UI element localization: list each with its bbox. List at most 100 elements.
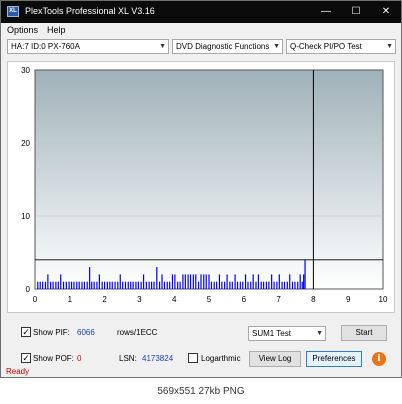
lsn-value: 4173824: [142, 354, 174, 363]
function-select[interactable]: DVD Diagnostic Functions ▼: [172, 39, 283, 54]
pif-bar: [127, 281, 129, 289]
pif-bar: [135, 281, 137, 289]
pif-bar: [289, 274, 291, 289]
pif-bar: [161, 274, 163, 289]
y-tick-label: 10: [21, 212, 30, 221]
pif-bar: [197, 281, 200, 289]
x-tick-label: 9: [346, 295, 351, 304]
y-tick-label: 30: [21, 66, 30, 75]
pif-bar: [52, 281, 54, 289]
pif-bar: [195, 274, 197, 289]
function-select-value: DVD Diagnostic Functions: [176, 42, 270, 51]
menu-help[interactable]: Help: [47, 25, 66, 35]
x-tick-label: 6: [242, 295, 247, 304]
close-icon[interactable]: ✕: [371, 1, 401, 23]
pif-bar: [153, 281, 155, 289]
app-icon: XL: [7, 6, 19, 17]
menu-options[interactable]: Options: [7, 25, 38, 35]
pif-bar: [179, 281, 181, 289]
pif-bar: [86, 281, 88, 289]
pif-bar: [268, 281, 270, 289]
pif-bar: [137, 281, 139, 289]
pif-bar: [224, 281, 226, 289]
info-icon[interactable]: i: [372, 352, 386, 366]
show-pif-label: Show PIF:: [33, 328, 70, 337]
chevron-down-icon: ▼: [316, 330, 323, 337]
pif-bar: [265, 281, 268, 289]
pif-bar: [263, 281, 265, 289]
pif-bar: [174, 274, 176, 289]
pif-bar: [231, 281, 233, 289]
pif-bar: [218, 274, 221, 289]
pif-bar: [142, 274, 145, 289]
pif-bar: [47, 274, 49, 289]
pif-bar: [130, 281, 132, 289]
view-log-button[interactable]: View Log: [249, 351, 301, 367]
menu-bar: Options Help: [1, 23, 401, 37]
pif-bar: [294, 281, 296, 289]
plot-area: [34, 69, 384, 290]
pif-bar: [283, 281, 286, 289]
pif-bar: [156, 267, 158, 289]
show-pof-label: Show POF:: [33, 354, 74, 363]
pif-bar: [78, 281, 80, 289]
pif-bar: [221, 281, 223, 289]
pif-bar: [76, 281, 78, 289]
pif-bar: [229, 281, 231, 289]
pif-bar: [55, 281, 57, 289]
pif-bar: [106, 281, 108, 289]
pif-bar: [184, 274, 186, 289]
pif-bar: [210, 281, 213, 289]
test-select[interactable]: Q-Check PI/PO Test ▼: [286, 39, 396, 54]
pif-bar: [271, 274, 273, 289]
show-pif-checkbox[interactable]: ✓: [21, 327, 31, 337]
pif-bar: [104, 281, 106, 289]
y-tick-label: 0: [26, 285, 31, 294]
pif-bar: [260, 281, 262, 289]
pif-bar: [273, 281, 275, 289]
drive-select-value: HA:7 ID:0 PX-760A: [11, 42, 80, 51]
logarithmic-checkbox[interactable]: [188, 353, 198, 363]
maximize-icon[interactable]: ☐: [341, 1, 371, 23]
drive-select[interactable]: HA:7 ID:0 PX-760A ▼: [7, 39, 169, 54]
pif-bar: [89, 267, 91, 289]
sum-test-select[interactable]: SUM1 Test ▼: [248, 326, 326, 341]
pif-bar: [73, 281, 75, 289]
pif-bar: [189, 274, 192, 289]
start-button[interactable]: Start: [341, 325, 387, 341]
pif-bar: [303, 274, 305, 289]
pif-bar: [68, 281, 70, 289]
pif-bar: [148, 281, 150, 289]
show-pof-checkbox[interactable]: ✓: [21, 353, 31, 363]
pif-bar: [182, 274, 184, 289]
plot-frame: 0 10 20 30 0 1 2 3 4 5 6 7 8 9 10: [7, 61, 395, 313]
x-tick-label: 8: [311, 295, 316, 304]
pif-bar: [234, 274, 236, 289]
preferences-button[interactable]: Preferences: [306, 351, 362, 367]
x-tick-label: 1: [68, 295, 73, 304]
x-tick-label: 0: [33, 295, 38, 304]
pif-bar: [242, 281, 244, 289]
pif-bar: [169, 281, 171, 289]
pif-bar: [276, 281, 278, 289]
pif-bar: [117, 281, 119, 289]
pif-bar: [122, 281, 124, 289]
x-tick-label: 2: [102, 295, 107, 304]
pif-unit: rows/1ECC: [117, 328, 158, 337]
pif-bar: [60, 274, 62, 289]
control-panel: ✓ Show PIF: 6066 rows/1ECC SUM1 Test ▼ S…: [1, 319, 401, 371]
pif-bar: [140, 281, 142, 289]
pif-bar: [166, 281, 168, 289]
pif-bar: [236, 281, 239, 289]
pif-bar: [205, 274, 207, 289]
pif-bar: [278, 274, 280, 289]
pif-bar: [297, 281, 299, 289]
pif-bar: [65, 281, 67, 289]
pif-bar: [83, 281, 86, 289]
x-tick-label: 7: [276, 295, 281, 304]
pif-bar: [101, 281, 103, 289]
minimize-icon[interactable]: —: [311, 1, 341, 23]
pif-bar: [96, 281, 98, 289]
chevron-down-icon: ▼: [386, 43, 393, 50]
pif-bar: [91, 281, 93, 289]
